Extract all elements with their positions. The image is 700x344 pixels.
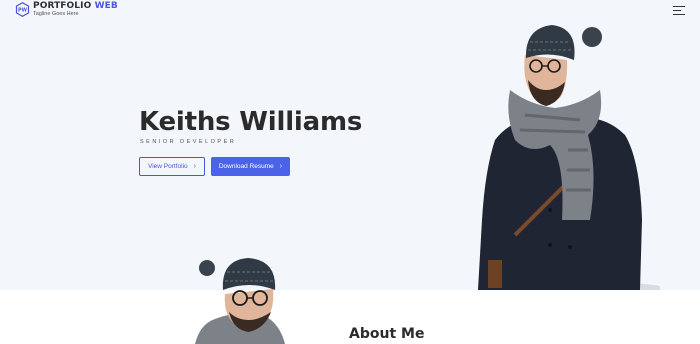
- chevron-right-icon: ›: [193, 163, 196, 170]
- hero-section: PW PORTFOLIO WEB Tagline Goes Here Keith…: [0, 0, 700, 290]
- brand-title: PORTFOLIO WEB: [33, 2, 118, 11]
- brand-tagline: Tagline Goes Here: [33, 11, 79, 17]
- chevron-right-icon: ›: [279, 163, 283, 170]
- hamburger-menu-icon[interactable]: [673, 6, 685, 16]
- download-resume-label: Download Resume: [218, 163, 274, 170]
- brand-text: PORTFOLIO WEB Tagline Goes Here: [33, 2, 118, 18]
- brand-title-part1: PORTFOLIO: [33, 1, 92, 11]
- brand[interactable]: PW PORTFOLIO WEB Tagline Goes Here: [15, 2, 118, 18]
- hero-portrait-image: [478, 25, 660, 290]
- brand-title-part2: WEB: [94, 1, 118, 11]
- about-title: About Me: [349, 326, 425, 342]
- view-portfolio-label: View Portfolio: [148, 163, 188, 170]
- hero-role: SENIOR DEVELOPER: [140, 139, 237, 145]
- logo-text: PW: [18, 8, 28, 14]
- view-portfolio-button[interactable]: View Portfolio ›: [139, 157, 205, 176]
- hero-name: Keiths Williams: [139, 107, 363, 137]
- download-resume-button[interactable]: Download Resume ›: [211, 157, 290, 176]
- hexagon-logo-icon: PW: [15, 2, 30, 18]
- about-portrait-image: [195, 258, 285, 344]
